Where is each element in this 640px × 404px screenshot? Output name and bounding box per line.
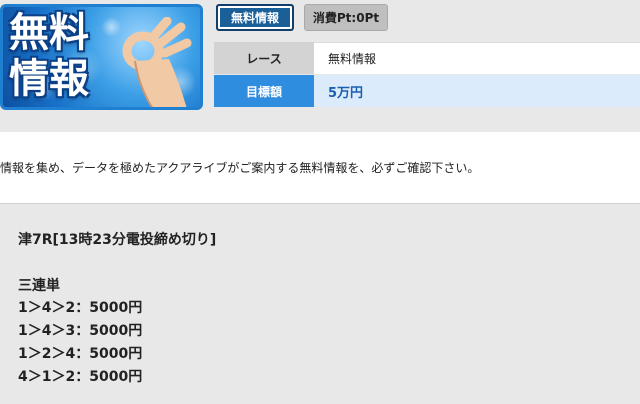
race-info-table: レース 無料情報 目標額 5万円: [214, 42, 640, 107]
race-value: 無料情報: [314, 42, 640, 74]
target-label: 目標額: [214, 75, 314, 107]
tab-points-consumed[interactable]: 消費Pt:0Pt: [304, 4, 388, 31]
banner-title-top: 無料: [9, 10, 89, 56]
pick-item: 1＞4＞3：5000円: [18, 323, 143, 339]
bet-type: 三連単: [18, 278, 60, 294]
pick-item: 1＞2＞4：5000円: [18, 346, 143, 362]
banner-title-bottom: 情報: [9, 56, 89, 102]
target-row: 目標額 5万円: [214, 75, 640, 107]
race-row: レース 無料情報: [214, 42, 640, 74]
prediction-section: 津7R[13時23分電投締め切り] 三連単 1＞4＞2：5000円 1＞4＞3：…: [0, 205, 640, 404]
free-info-banner: 無料 情報: [0, 4, 203, 110]
target-value: 5万円: [314, 75, 640, 107]
race-title: 津7R[13時23分電投締め切り]: [18, 232, 217, 248]
description-section: 情報を集め、データを極めたアクアライブがご案内する無料情報を、必ずご確認下さい。: [0, 132, 640, 204]
header: 無料 情報 無料情報 消費Pt:0Pt レース 無料情報 目標額 5万円: [0, 0, 640, 132]
ok-hand-icon: [122, 17, 192, 107]
picks-list: 1＞4＞2：5000円 1＞4＞3：5000円 1＞2＞4：5000円 4＞1＞…: [18, 297, 142, 389]
description-text: 情報を集め、データを極めたアクアライブがご案内する無料情報を、必ずご確認下さい。: [0, 161, 480, 175]
tab-free-info[interactable]: 無料情報: [216, 4, 294, 31]
race-label: レース: [214, 42, 314, 74]
pick-item: 1＞4＞2：5000円: [18, 300, 143, 316]
pick-item: 4＞1＞2：5000円: [18, 369, 143, 385]
